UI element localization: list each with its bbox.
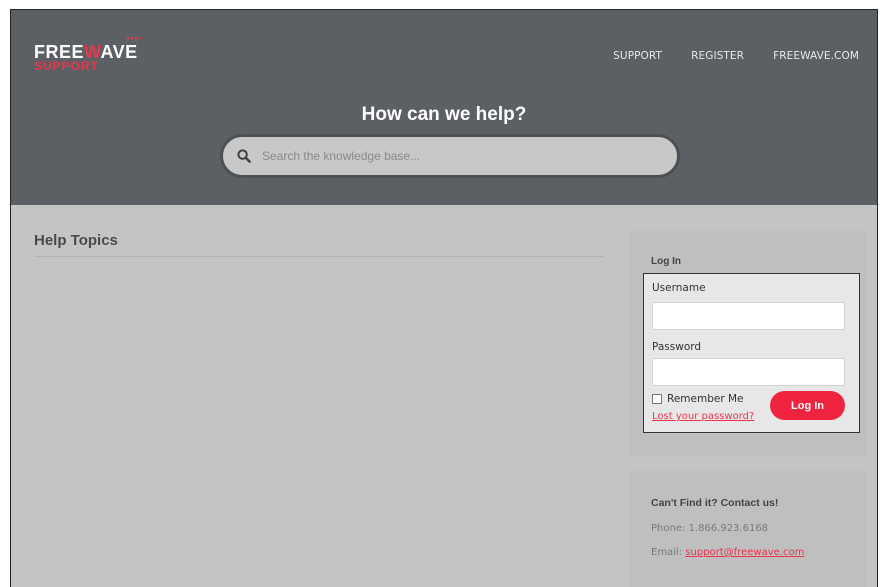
lost-password-link[interactable]: Lost your password?: [652, 411, 754, 422]
page-frame: ●●●● FREEWAVE SUPPORT SUPPORT REGISTER F…: [10, 9, 878, 587]
search-bar[interactable]: [220, 134, 680, 178]
remember-me-checkbox[interactable]: [652, 394, 662, 404]
login-button[interactable]: Log In: [770, 391, 845, 420]
remember-me-label: Remember Me: [667, 393, 744, 405]
password-label: Password: [652, 341, 702, 353]
username-field[interactable]: [652, 302, 845, 330]
login-form: Username Password Remember Me Lost your …: [643, 273, 860, 433]
freewave-support-logo[interactable]: ●●●● FREEWAVE SUPPORT: [34, 36, 164, 76]
contact-email-line: Email: support@freewave.com: [651, 547, 804, 558]
password-field[interactable]: [652, 358, 845, 386]
remember-me[interactable]: Remember Me: [652, 393, 744, 405]
contact-title: Can't Find it? Contact us!: [651, 497, 779, 509]
site-header: ●●●● FREEWAVE SUPPORT SUPPORT REGISTER F…: [11, 10, 877, 205]
nav-support-link[interactable]: SUPPORT: [613, 50, 662, 62]
contact-widget: Can't Find it? Contact us! Phone: 1.866.…: [629, 471, 867, 587]
username-label: Username: [652, 282, 706, 294]
search-input[interactable]: [260, 148, 664, 164]
nav-freewave-com-link[interactable]: FREEWAVE.COM: [773, 50, 859, 62]
search-icon: [237, 149, 251, 163]
contact-email-prefix: Email:: [651, 547, 686, 558]
login-widget: Log In Username Password Remember Me Los…: [629, 231, 867, 456]
contact-email-link[interactable]: support@freewave.com: [685, 547, 804, 558]
contact-phone: Phone: 1.866.923.6168: [651, 523, 769, 534]
logo-wordmark-suffix: AVE: [100, 42, 138, 62]
nav-register-link[interactable]: REGISTER: [691, 50, 744, 62]
hero-title: How can we help?: [361, 104, 527, 125]
login-title: Log In: [651, 256, 681, 267]
section-divider: [34, 256, 604, 257]
help-topics-heading: Help Topics: [34, 232, 118, 249]
logo-subtitle: SUPPORT: [34, 59, 100, 73]
top-navigation: SUPPORT REGISTER FREEWAVE.COM: [613, 50, 859, 62]
